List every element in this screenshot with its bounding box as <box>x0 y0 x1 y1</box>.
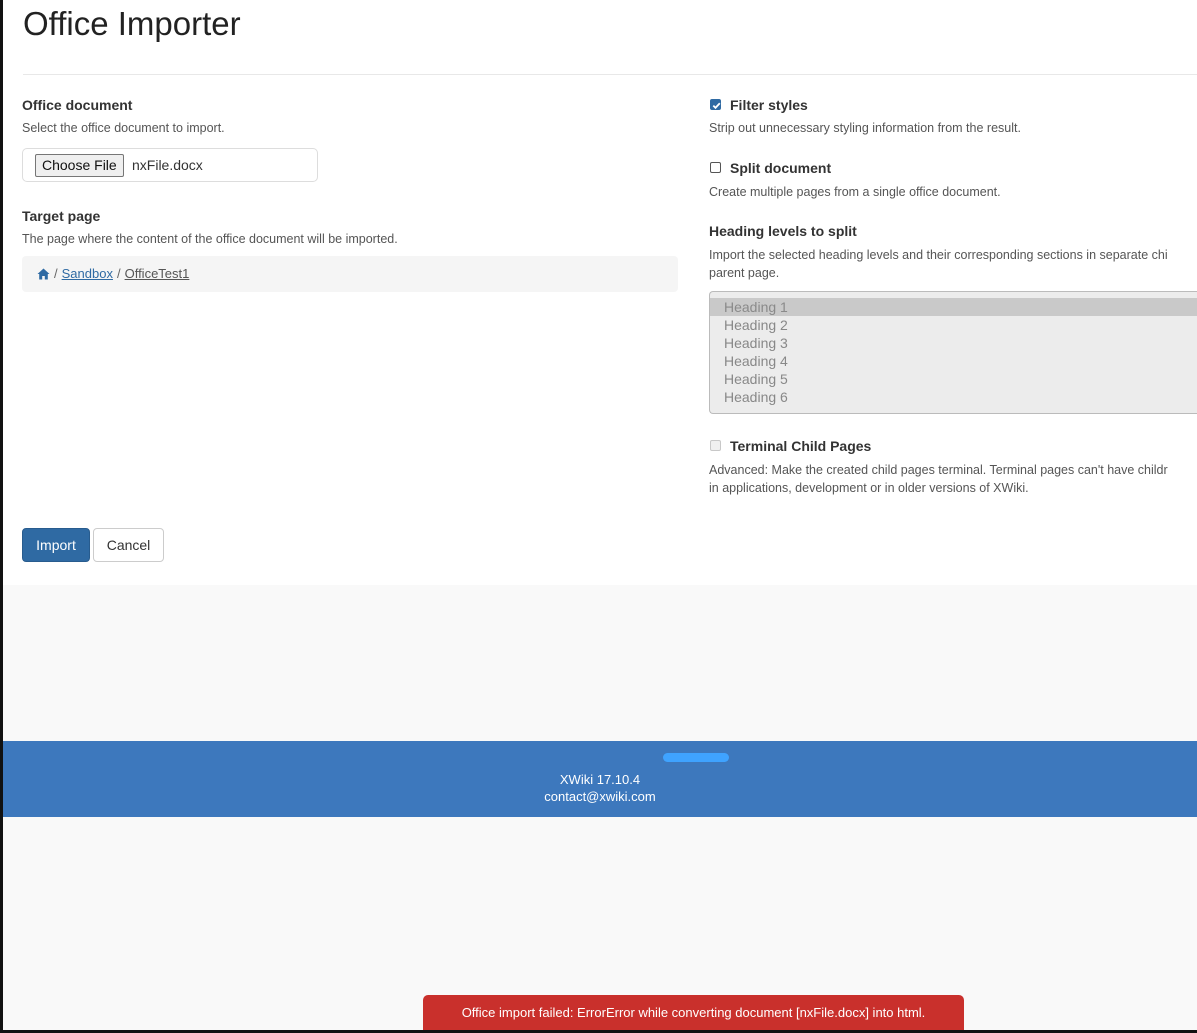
office-document-hint: Select the office document to import. <box>22 121 225 135</box>
file-input[interactable]: Choose File nxFile.docx <box>22 148 318 182</box>
heading-option[interactable]: Heading 2 <box>710 316 1197 334</box>
split-document-checkbox[interactable] <box>710 162 721 173</box>
heading-option[interactable]: Heading 4 <box>710 352 1197 370</box>
breadcrumb-current-page[interactable]: OfficeTest1 <box>125 266 190 281</box>
filter-styles-checkbox[interactable] <box>710 99 721 110</box>
page-title: Office Importer <box>23 5 241 42</box>
heading-option[interactable]: Heading 5 <box>710 370 1197 388</box>
office-document-label: Office document <box>22 97 133 113</box>
heading-levels-hint: Import the selected heading levels and t… <box>709 248 1168 262</box>
heading-levels-label: Heading levels to split <box>709 223 857 239</box>
terminal-child-pages-hint-continued: in applications, development or in older… <box>709 481 1029 495</box>
target-page-label: Target page <box>22 208 101 224</box>
footer-version: XWiki 17.10.4 <box>559 772 641 787</box>
terminal-child-pages-hint: Advanced: Make the created child pages t… <box>709 463 1168 477</box>
heading-option[interactable]: Heading 6 <box>710 388 1197 406</box>
heading-option[interactable]: Heading 1 <box>710 298 1197 316</box>
filter-styles-label[interactable]: Filter styles <box>730 96 808 114</box>
heading-option[interactable]: Heading 3 <box>710 334 1197 352</box>
error-notification[interactable]: Office import failed: ErrorError while c… <box>423 995 964 1030</box>
split-document-label[interactable]: Split document <box>730 159 831 177</box>
import-button[interactable]: Import <box>22 528 90 562</box>
filter-styles-hint: Strip out unnecessary styling informatio… <box>709 121 1021 135</box>
footer: XWiki 17.10.4 contact@xwiki.com <box>3 741 1197 817</box>
target-page-hint: The page where the content of the office… <box>22 232 398 246</box>
cancel-button[interactable]: Cancel <box>93 528 164 562</box>
redacted-mark <box>663 753 729 762</box>
title-divider <box>23 74 1197 75</box>
selected-file-name: nxFile.docx <box>132 157 203 173</box>
heading-levels-listbox[interactable]: Heading 1 Heading 2 Heading 3 Heading 4 … <box>709 291 1197 414</box>
footer-contact: contact@xwiki.com <box>544 789 656 804</box>
breadcrumb-link-sandbox[interactable]: Sandbox <box>62 266 113 281</box>
breadcrumb: / Sandbox / OfficeTest1 <box>22 256 678 292</box>
choose-file-button[interactable]: Choose File <box>35 154 124 177</box>
split-document-hint: Create multiple pages from a single offi… <box>709 185 1001 199</box>
main-content: Office Importer Office document Select t… <box>3 0 1197 585</box>
heading-levels-hint-continued: parent page. <box>709 266 780 280</box>
terminal-child-pages-label[interactable]: Terminal Child Pages <box>730 437 871 455</box>
home-icon[interactable] <box>37 258 50 294</box>
terminal-child-pages-checkbox[interactable] <box>710 440 721 451</box>
breadcrumb-separator: / <box>116 266 121 281</box>
breadcrumb-separator: / <box>54 266 58 281</box>
